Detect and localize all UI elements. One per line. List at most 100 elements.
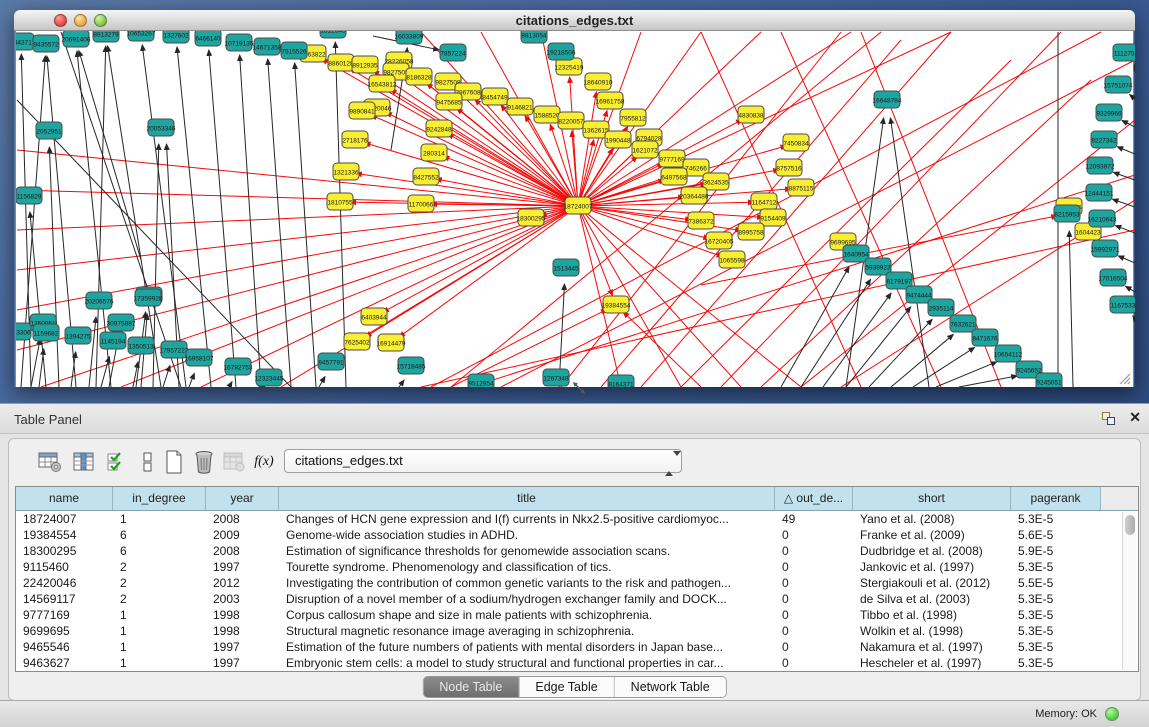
graph-edge[interactable]: [268, 59, 291, 387]
graph-node[interactable]: 7450834: [783, 134, 809, 151]
graph-node[interactable]: 9227342: [1091, 131, 1117, 148]
graph-node[interactable]: 15751074: [1104, 76, 1133, 93]
graph-node[interactable]: 7955812: [620, 109, 646, 126]
column-header-3[interactable]: title: [279, 487, 775, 510]
graph-node[interactable]: 16033809: [395, 31, 424, 44]
graph-node[interactable]: 9245051: [1036, 373, 1062, 387]
graph-edge[interactable]: [1117, 147, 1135, 154]
graph-node[interactable]: 16961758: [596, 92, 625, 109]
graph-edge[interactable]: [869, 319, 932, 387]
graph-node[interactable]: 5938923: [865, 258, 891, 275]
graph-edge[interactable]: [1118, 256, 1135, 263]
graph-edge[interactable]: [41, 206, 578, 387]
column-header-5[interactable]: short: [853, 487, 1011, 510]
graph-node[interactable]: 18640910: [584, 73, 613, 90]
graph-node[interactable]: 17359928: [134, 289, 163, 306]
network-canvas[interactable]: 1872400779638228860128891293528226058982…: [15, 31, 1134, 387]
graph-node[interactable]: 16648784: [873, 91, 902, 108]
graph-node[interactable]: 12093872: [1086, 157, 1115, 174]
graph-edge[interactable]: [1112, 199, 1135, 207]
graph-node[interactable]: 20206576: [85, 292, 114, 309]
graph-node[interactable]: 15992971: [1091, 240, 1120, 257]
graph-edge[interactable]: [229, 382, 232, 387]
graph-edge[interactable]: [913, 347, 975, 387]
graph-node[interactable]: 12444151: [1085, 184, 1114, 201]
select-rows-button[interactable]: [105, 449, 131, 475]
graph-node[interactable]: 2052951: [36, 122, 62, 139]
graph-node[interactable]: 9457791: [318, 353, 344, 370]
graph-edge[interactable]: [623, 312, 701, 387]
graph-node[interactable]: 15718485: [397, 357, 426, 374]
graph-edge[interactable]: [761, 80, 1091, 387]
graph-node[interactable]: 2718176: [342, 131, 368, 148]
graph-edge[interactable]: [578, 140, 594, 206]
table-row[interactable]: 2242004622012Investigating the contribut…: [16, 575, 1138, 591]
graph-node[interactable]: 1512345: [320, 31, 346, 38]
graph-node[interactable]: 14671358: [253, 38, 282, 55]
graph-edge[interactable]: [189, 373, 194, 387]
graph-edge[interactable]: [1126, 286, 1135, 292]
graph-edge[interactable]: [578, 92, 596, 206]
graph-node[interactable]: 6403944: [361, 308, 387, 325]
graph-edge[interactable]: [959, 376, 1017, 387]
show-columns-button[interactable]: [71, 449, 97, 475]
tab-node-table[interactable]: Node Table: [423, 677, 519, 697]
table-row[interactable]: 946362711997Embryonic stem cells: a mode…: [16, 655, 1138, 671]
table-selector-dropdown[interactable]: citations_edges.txt: [284, 449, 682, 473]
graph-node[interactable]: 9242848: [426, 120, 452, 137]
graph-node[interactable]: 1156829: [16, 187, 42, 204]
graph-node[interactable]: 1640954: [843, 245, 869, 262]
table-row[interactable]: 969969511998Structural magnetic resonanc…: [16, 623, 1138, 639]
graph-node[interactable]: 9777169: [659, 150, 685, 167]
graph-node[interactable]: 20053346: [147, 119, 176, 136]
graph-node[interactable]: 9890841: [349, 102, 375, 119]
tab-edge-table[interactable]: Edge Table: [519, 677, 614, 697]
function-builder-button[interactable]: f(x): [251, 449, 277, 475]
graph-node[interactable]: 1990448: [605, 131, 631, 148]
table-vertical-scrollbar[interactable]: [1122, 512, 1137, 670]
graph-edge[interactable]: [371, 115, 578, 206]
table-row[interactable]: 1938455462009Genome-wide association stu…: [16, 527, 1138, 543]
graph-edge[interactable]: [578, 206, 741, 231]
scrollbar-thumb[interactable]: [1125, 515, 1135, 535]
table-row[interactable]: 1872400712008Changes of HCN gene express…: [16, 511, 1138, 527]
graph-node[interactable]: 1159682: [33, 324, 59, 341]
graph-node[interactable]: 3624535: [703, 173, 729, 190]
graph-node[interactable]: 20364486: [680, 187, 709, 204]
graph-edge[interactable]: [936, 362, 997, 387]
graph-edge[interactable]: [781, 32, 941, 387]
graph-node[interactable]: 8813054: [521, 31, 547, 43]
graph-node[interactable]: 7515526: [281, 42, 307, 59]
graph-edge[interactable]: [399, 380, 404, 387]
table-options-button[interactable]: [37, 449, 63, 475]
graph-node[interactable]: 1145194: [100, 332, 126, 349]
graph-edge[interactable]: [641, 32, 951, 387]
graph-node[interactable]: 10653267: [127, 31, 156, 41]
column-header-4[interactable]: △ out_de...: [775, 487, 853, 510]
graph-node[interactable]: 19384554: [602, 296, 631, 313]
graph-edge[interactable]: [501, 60, 1135, 387]
graph-node[interactable]: 16958107: [185, 349, 214, 366]
graph-node[interactable]: 1621072: [632, 141, 658, 158]
graph-node[interactable]: 8215953: [1054, 205, 1080, 222]
graph-node[interactable]: 1167533: [1110, 296, 1135, 313]
graph-node[interactable]: 2935114: [928, 299, 954, 316]
window-titlebar[interactable]: citations_edges.txt: [14, 10, 1135, 31]
graph-edge[interactable]: [209, 50, 236, 387]
graph-node[interactable]: 19218506: [547, 43, 576, 60]
graph-node[interactable]: 1321336: [333, 163, 359, 180]
graph-edge[interactable]: [383, 206, 578, 312]
float-panel-button[interactable]: [1102, 412, 1117, 426]
graph-node[interactable]: 1327602: [163, 31, 189, 43]
graph-node[interactable]: 8757516: [776, 159, 802, 176]
graph-edge[interactable]: [1133, 316, 1135, 319]
delete-table-button[interactable]: [191, 449, 217, 475]
column-header-0[interactable]: name: [16, 487, 113, 510]
graph-node[interactable]: 1394275: [65, 327, 91, 344]
table-row[interactable]: 977716911998Corpus callosum shape and si…: [16, 607, 1138, 623]
graph-node[interactable]: 9154409: [760, 209, 786, 226]
column-header-2[interactable]: year: [206, 487, 279, 510]
graph-node[interactable]: 18724007: [564, 197, 593, 214]
graph-node[interactable]: 8454749: [482, 88, 508, 105]
import-table-button-disabled[interactable]: [221, 449, 247, 475]
